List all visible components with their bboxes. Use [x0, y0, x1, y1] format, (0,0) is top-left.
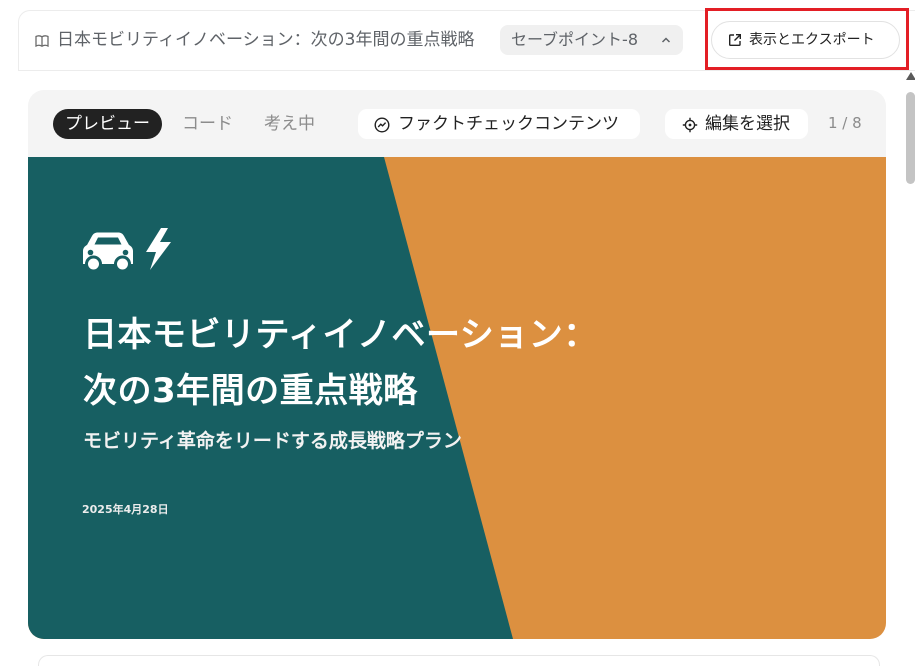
slide-icons — [83, 228, 171, 271]
factcheck-button[interactable]: ファクトチェックコンテンツ — [358, 109, 640, 139]
tab-preview[interactable]: プレビュー — [53, 109, 162, 139]
tab-thinking[interactable]: 考え中 — [264, 109, 315, 139]
scrollbar-thumb[interactable] — [906, 92, 915, 184]
crosshair-icon — [682, 117, 698, 133]
car-icon — [83, 232, 133, 271]
view-export-label: 表示とエクスポート — [749, 32, 875, 48]
scrollbar-up-arrow-icon[interactable] — [906, 72, 915, 80]
external-link-icon — [729, 34, 741, 46]
slide-title[interactable]: 日本モビリティイノベーション： 次の3年間の重点戦略 — [83, 307, 598, 419]
select-edit-label: 編集を選択 — [705, 114, 790, 134]
preview-toolbar: プレビュー コード 考え中 ファクトチェックコンテンツ 編集を選択 1 / 8 — [28, 90, 886, 157]
header-divider — [19, 70, 915, 71]
save-point-dropdown[interactable]: セーブポイント-8 — [500, 25, 683, 55]
select-edit-button[interactable]: 編集を選択 — [665, 109, 808, 139]
slide-subtitle[interactable]: モビリティ革命をリードする成長戦略プラン — [83, 427, 462, 455]
slide-preview-card: プレビュー コード 考え中 ファクトチェックコンテンツ 編集を選択 1 / 8 — [28, 90, 886, 639]
view-export-button[interactable]: 表示とエクスポート — [711, 21, 900, 59]
page-counter: 1 / 8 — [828, 114, 862, 132]
lightning-bolt-icon — [146, 228, 171, 270]
tab-code[interactable]: コード — [182, 109, 233, 139]
slide-title-line-2: 次の3年間の重点戦略 — [83, 371, 418, 411]
slide-date[interactable]: 2025年4月28日 — [82, 502, 169, 518]
document-title[interactable]: 日本モビリティイノベーション：次の3年間の重点戦略 — [57, 27, 474, 53]
document-header: 日本モビリティイノベーション：次の3年間の重点戦略 セーブポイント-8 表示とエ… — [18, 10, 915, 71]
chart-circle-icon — [374, 117, 390, 133]
factcheck-label: ファクトチェックコンテンツ — [398, 114, 619, 134]
chevron-up-icon — [661, 37, 671, 43]
slide-canvas[interactable]: 日本モビリティイノベーション： 次の3年間の重点戦略 モビリティ革命をリードする… — [28, 157, 886, 639]
book-icon — [35, 35, 49, 48]
save-point-label: セーブポイント-8 — [511, 30, 638, 49]
next-slide-card-edge — [38, 655, 880, 666]
slide-title-line-1: 日本モビリティイノベーション： — [83, 315, 598, 355]
